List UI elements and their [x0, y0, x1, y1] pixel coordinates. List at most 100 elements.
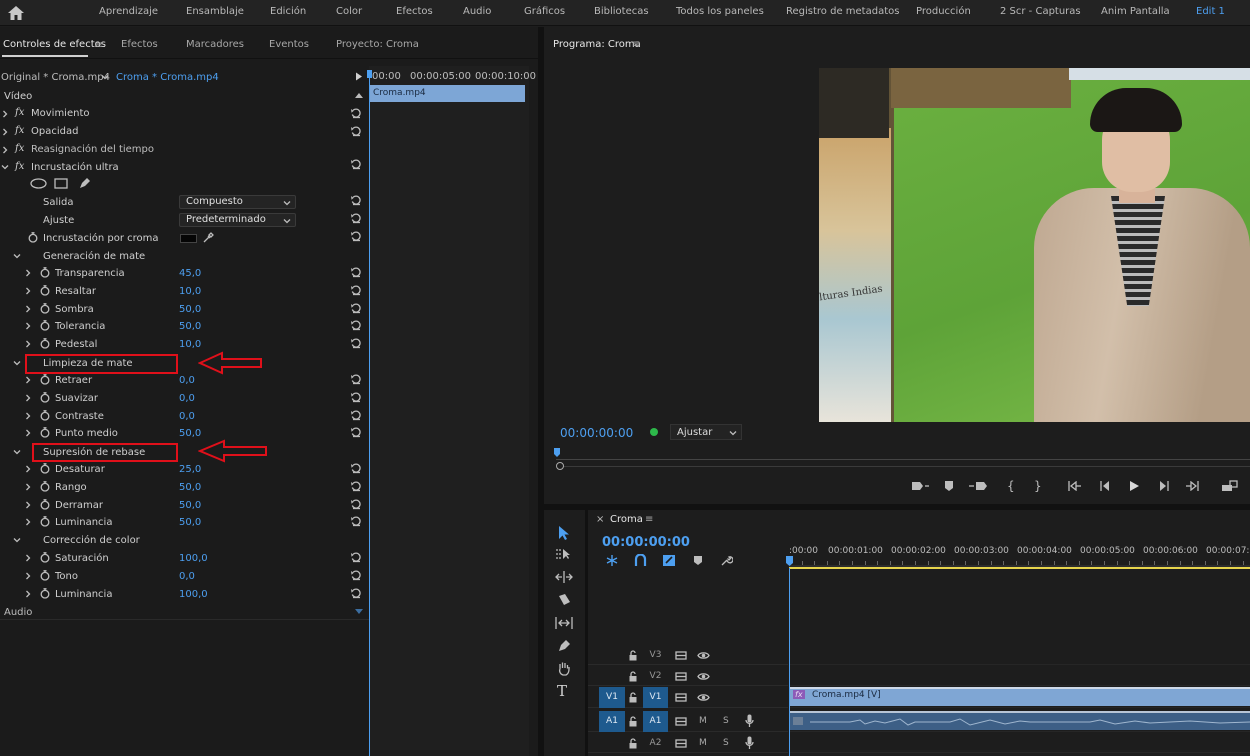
pen-mask-icon[interactable] — [78, 177, 91, 190]
source-patch[interactable]: A1 — [599, 711, 625, 732]
ec-timeline-area[interactable] — [369, 66, 529, 756]
chevron-right-icon[interactable] — [1, 128, 9, 136]
track-target-V3[interactable]: V3 — [643, 645, 668, 665]
reset-icon[interactable] — [350, 302, 362, 314]
timeline-playhead[interactable] — [789, 568, 790, 756]
eyedropper-icon[interactable] — [202, 231, 214, 244]
chevron-right-icon[interactable] — [1, 110, 9, 118]
reset-icon[interactable] — [350, 498, 362, 510]
export-frame-icon[interactable] — [1221, 480, 1239, 492]
chevron-down-icon[interactable] — [13, 359, 21, 367]
reset-icon[interactable] — [350, 284, 362, 296]
stopwatch-icon[interactable] — [40, 392, 50, 403]
lock-icon[interactable] — [628, 671, 638, 682]
stopwatch-icon[interactable] — [40, 303, 50, 314]
step-forward-icon[interactable] — [1158, 481, 1170, 491]
solo-button[interactable]: S — [723, 716, 729, 726]
chevron-down-icon[interactable] — [13, 536, 21, 544]
param-value[interactable]: 0,0 — [179, 571, 195, 582]
hand-tool-icon[interactable] — [557, 661, 571, 676]
panel-menu-icon[interactable]: ≡ — [94, 40, 102, 51]
chevron-right-icon[interactable] — [24, 322, 32, 330]
reset-icon[interactable] — [350, 319, 362, 331]
stopwatch-icon[interactable] — [40, 570, 50, 581]
fx-icon[interactable]: fx — [15, 107, 24, 118]
ec-clip-bar[interactable]: Croma.mp4 — [370, 85, 525, 102]
fx-badge[interactable]: fx — [793, 690, 805, 699]
param-value[interactable]: 50,0 — [179, 500, 201, 511]
linked-selection-icon[interactable] — [662, 554, 676, 567]
chevron-right-icon[interactable] — [1, 146, 9, 154]
tab-controles-efectos[interactable]: Controles de efectos — [3, 39, 106, 50]
stopwatch-icon[interactable] — [40, 552, 50, 563]
chevron-down-icon[interactable] — [1, 163, 9, 171]
zoom-fit-dropdown[interactable]: Ajustar — [670, 424, 742, 440]
step-back-icon[interactable] — [1099, 481, 1111, 491]
reset-icon[interactable] — [350, 158, 362, 170]
param-value[interactable]: 100,0 — [179, 589, 208, 600]
close-icon[interactable]: × — [596, 514, 604, 525]
param-value[interactable]: 10,0 — [179, 286, 201, 297]
play-only-icon[interactable] — [355, 72, 363, 81]
nest-icon[interactable] — [605, 554, 619, 567]
lock-icon[interactable] — [628, 650, 638, 661]
ajuste-dropdown[interactable]: Predeterminado — [179, 213, 296, 227]
stopwatch-icon[interactable] — [28, 232, 38, 243]
timeline-sequence-tab[interactable]: Croma — [610, 514, 643, 525]
reset-icon[interactable] — [350, 373, 362, 385]
track-header[interactable] — [588, 733, 788, 753]
workspace-tab-metadatos[interactable]: Registro de metadatos — [786, 6, 899, 17]
workspace-tab-bibliotecas[interactable]: Bibliotecas — [594, 6, 649, 17]
lock-icon[interactable] — [628, 692, 638, 703]
param-value[interactable]: 25,0 — [179, 464, 201, 475]
param-value[interactable]: 50,0 — [179, 428, 201, 439]
sync-lock-icon[interactable] — [675, 717, 687, 726]
workspace-tab-todos[interactable]: Todos los paneles — [676, 6, 764, 17]
type-tool-icon[interactable]: T — [557, 682, 567, 700]
workspace-tab-2scr[interactable]: 2 Scr - Capturas — [1000, 6, 1081, 17]
chevron-right-icon[interactable] — [24, 412, 32, 420]
lock-icon[interactable] — [628, 738, 638, 749]
sync-lock-icon[interactable] — [675, 739, 687, 748]
chevron-right-icon[interactable] — [24, 376, 32, 384]
ec-playhead[interactable] — [369, 72, 370, 756]
sync-lock-icon[interactable] — [675, 651, 687, 660]
reset-icon[interactable] — [350, 125, 362, 137]
salida-dropdown[interactable]: Compuesto — [179, 195, 296, 209]
lock-icon[interactable] — [628, 716, 638, 727]
program-video-frame[interactable]: lturas Indias — [819, 68, 1250, 422]
panel-menu-icon[interactable]: ≡ — [645, 514, 653, 525]
param-value[interactable]: 50,0 — [179, 517, 201, 528]
tab-eventos[interactable]: Eventos — [269, 39, 309, 50]
source-active-sequence[interactable]: Croma * Croma.mp4 — [116, 72, 219, 83]
source-patch[interactable]: V1 — [599, 687, 625, 708]
workspace-tab-graficos[interactable]: Gráficos — [524, 6, 565, 17]
param-value[interactable]: 50,0 — [179, 321, 201, 332]
fx-icon[interactable]: fx — [15, 125, 24, 136]
ec-playhead-handle[interactable] — [367, 70, 372, 78]
chevron-right-icon[interactable] — [24, 501, 32, 509]
key-color-swatch[interactable] — [180, 234, 197, 243]
track-header[interactable] — [588, 645, 788, 665]
home-icon[interactable] — [6, 4, 26, 22]
scrubber-handle[interactable] — [556, 462, 564, 470]
param-value[interactable]: 10,0 — [179, 339, 201, 350]
tab-efectos[interactable]: Efectos — [121, 39, 158, 50]
playhead-marker-icon[interactable] — [553, 448, 561, 458]
stopwatch-icon[interactable] — [40, 410, 50, 421]
chevron-right-icon[interactable] — [24, 554, 32, 562]
program-timecode[interactable]: 00:00:00:00 — [560, 426, 633, 440]
program-monitor-title[interactable]: Programa: Croma — [553, 39, 641, 50]
timeline-timecode[interactable]: 00:00:00:00 — [602, 535, 690, 550]
param-value[interactable]: 45,0 — [179, 268, 201, 279]
chevron-right-icon[interactable] — [24, 572, 32, 580]
chevron-right-icon[interactable] — [24, 429, 32, 437]
razor-tool-icon[interactable] — [556, 593, 572, 607]
chevron-right-icon[interactable] — [24, 518, 32, 526]
param-value[interactable]: 100,0 — [179, 553, 208, 564]
mute-button[interactable]: M — [699, 738, 707, 748]
reset-icon[interactable] — [350, 230, 362, 242]
microphone-icon[interactable] — [745, 714, 754, 728]
track-target-V1[interactable]: V1 — [643, 687, 668, 708]
reset-icon[interactable] — [350, 462, 362, 474]
